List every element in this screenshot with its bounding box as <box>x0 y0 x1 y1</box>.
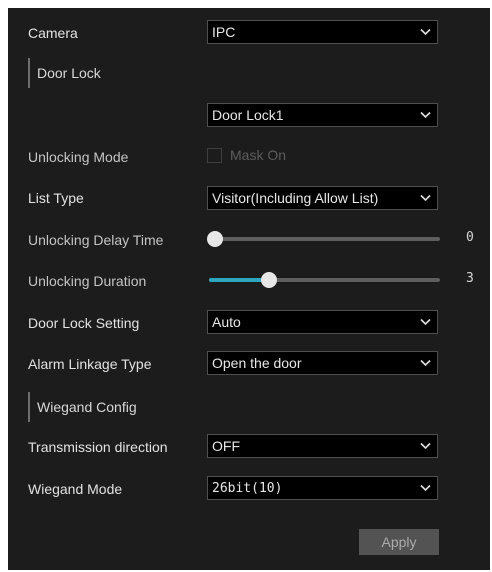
wiegand-mode-value: 26bit(10) <box>212 480 283 496</box>
list-type-label: List Type <box>28 190 84 206</box>
list-type-select-value: Visitor(Including Allow List) <box>212 190 379 206</box>
door-lock-settings-panel: Camera IPC Door Lock Door Lock1 Unlockin… <box>8 8 490 570</box>
slider-thumb[interactable] <box>261 272 278 288</box>
transmission-direction-label: Transmission direction <box>28 439 168 455</box>
chevron-down-icon <box>420 318 431 326</box>
chevron-down-icon <box>420 194 431 202</box>
slider-thumb[interactable] <box>207 231 223 247</box>
alarm-linkage-select[interactable]: Open the door <box>207 351 438 375</box>
wiegand-config-section-title: Wiegand Config <box>28 392 137 422</box>
door-lock-select-value: Door Lock1 <box>212 107 284 123</box>
apply-button[interactable]: Apply <box>359 529 439 555</box>
door-lock-section-title: Door Lock <box>28 58 101 88</box>
chevron-down-icon <box>420 359 431 367</box>
door-lock-setting-value: Auto <box>212 314 241 330</box>
chevron-down-icon <box>420 111 431 119</box>
camera-label: Camera <box>28 25 78 41</box>
chevron-down-icon <box>420 28 431 36</box>
unlocking-duration-slider[interactable] <box>207 270 440 290</box>
door-lock-select[interactable]: Door Lock1 <box>207 103 438 127</box>
transmission-direction-value: OFF <box>212 438 240 454</box>
unlocking-delay-value: 0 <box>466 230 474 245</box>
transmission-direction-select[interactable]: OFF <box>207 434 438 458</box>
list-type-select[interactable]: Visitor(Including Allow List) <box>207 186 438 210</box>
mask-on-checkbox-group[interactable]: Mask On <box>207 147 286 163</box>
mask-on-checkbox[interactable] <box>207 147 222 163</box>
chevron-down-icon <box>420 442 431 450</box>
mask-on-label: Mask On <box>230 147 287 163</box>
unlocking-delay-label: Unlocking Delay Time <box>28 232 164 248</box>
camera-select-value: IPC <box>212 24 236 40</box>
wiegand-mode-select[interactable]: 26bit(10) <box>207 476 438 500</box>
unlocking-mode-label: Unlocking Mode <box>28 149 129 165</box>
unlocking-duration-label: Unlocking Duration <box>28 273 147 289</box>
alarm-linkage-value: Open the door <box>212 355 302 371</box>
unlocking-duration-value: 3 <box>466 271 474 286</box>
wiegand-mode-label: Wiegand Mode <box>28 481 123 497</box>
alarm-linkage-label: Alarm Linkage Type <box>28 356 152 372</box>
door-lock-setting-label: Door Lock Setting <box>28 315 140 331</box>
chevron-down-icon <box>420 484 431 492</box>
slider-track <box>209 237 440 241</box>
camera-select[interactable]: IPC <box>207 20 438 44</box>
door-lock-setting-select[interactable]: Auto <box>207 310 438 334</box>
unlocking-delay-slider[interactable] <box>207 229 440 249</box>
